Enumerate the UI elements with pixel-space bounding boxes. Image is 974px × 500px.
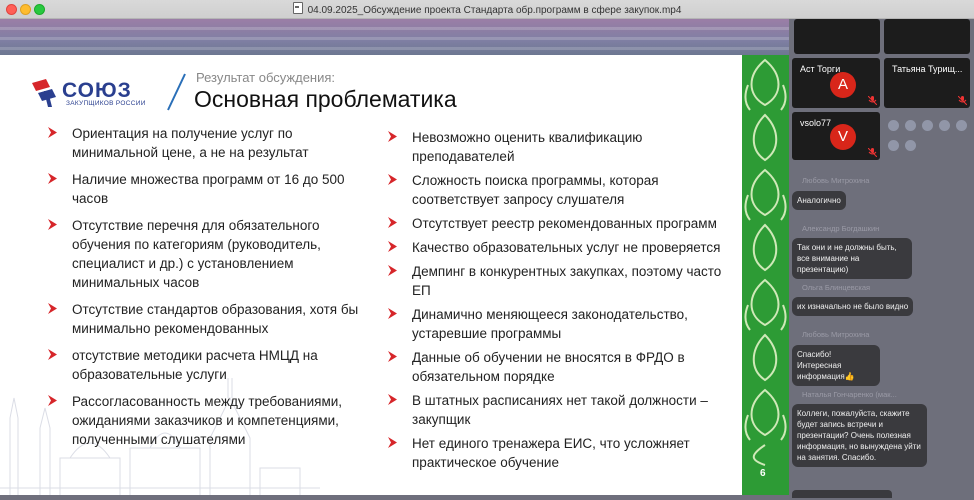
chat-sender-name: Любовь Митрохина bbox=[802, 330, 870, 339]
chat-sender-name: Александр Богдашкин bbox=[802, 224, 880, 233]
participant-tile-tatyana[interactable]: Татьяна Турищ... bbox=[884, 58, 970, 108]
list-item: Рассогласованность между требованиями, о… bbox=[48, 392, 368, 449]
arrow-bullet-icon bbox=[48, 219, 57, 230]
slide-subtitle: Результат обсуждения: bbox=[196, 70, 336, 85]
chat-message: Аналогично bbox=[792, 191, 846, 210]
window-title: 04.09.2025_Обсуждение проекта Стандарта … bbox=[307, 5, 682, 16]
video-top-strip bbox=[0, 19, 790, 55]
logo-subtext: ЗАКУПЩИКОВ РОССИИ bbox=[66, 100, 146, 107]
mic-off-icon bbox=[958, 96, 967, 105]
video-file-icon bbox=[292, 2, 303, 14]
participant-tile-vsolo77[interactable]: vsolo77 V bbox=[792, 112, 880, 160]
list-item: Сложность поиска программы, которая соот… bbox=[388, 171, 738, 209]
mic-off-icon bbox=[868, 148, 877, 157]
arrow-bullet-icon bbox=[388, 308, 397, 319]
ornament-pattern bbox=[744, 58, 787, 466]
chat-sender-name: Наталья Гончаренко (мак... bbox=[802, 390, 897, 399]
chat-message: Коллеги, пожалуйста, скажите будет запис… bbox=[792, 404, 927, 467]
ornament-band bbox=[742, 55, 789, 495]
list-item: Отсутствие стандартов образования, хотя … bbox=[48, 300, 368, 338]
list-item: Наличие множества программ от 16 до 500 … bbox=[48, 170, 368, 208]
list-item: Отсутствует реестр рекомендованных прогр… bbox=[388, 214, 738, 233]
slide-heading: Основная проблематика bbox=[194, 86, 457, 112]
arrow-bullet-icon bbox=[388, 131, 397, 142]
arrow-bullet-icon bbox=[48, 349, 57, 360]
participant-name: Татьяна Турищ... bbox=[892, 64, 963, 74]
arrow-bullet-icon bbox=[48, 173, 57, 184]
problems-list-right: Невозможно оценить квалификацию преподав… bbox=[388, 128, 738, 472]
list-item: Нет единого тренажера ЕИС, что усложняет… bbox=[388, 434, 738, 472]
list-item: отсутствие методики расчета НМЦД на обра… bbox=[48, 346, 368, 384]
list-item: Динамично меняющееся законодательство, у… bbox=[388, 305, 738, 343]
participant-tile-top-right[interactable] bbox=[884, 19, 970, 54]
arrow-bullet-icon bbox=[388, 394, 397, 405]
chat-sender-name: Любовь Митрохина bbox=[802, 176, 870, 185]
arrow-bullet-icon bbox=[388, 241, 397, 252]
window-title-area: 04.09.2025_Обсуждение проекта Стандарта … bbox=[0, 2, 974, 16]
arrow-bullet-icon bbox=[388, 437, 397, 448]
avatar: A bbox=[830, 72, 856, 98]
participant-tile-top-left[interactable] bbox=[794, 19, 880, 54]
participant-name: Аст Торги bbox=[800, 64, 841, 74]
chat-message: их изначально не было видно bbox=[792, 297, 914, 316]
divider-slash bbox=[167, 73, 186, 111]
window-titlebar: 04.09.2025_Обсуждение проекта Стандарта … bbox=[0, 0, 974, 19]
participant-tile-ast-torgi[interactable]: Аст Торги A bbox=[792, 58, 880, 108]
list-item: Данные об обучении не вносятся в ФРДО в … bbox=[388, 348, 738, 386]
list-item: Невозможно оценить квалификацию преподав… bbox=[388, 128, 738, 166]
list-item: Отсутствие перечня для обязательного обу… bbox=[48, 216, 368, 292]
list-item: Демпинг в конкурентных закупках, поэтому… bbox=[388, 262, 738, 300]
problems-list-left: Ориентация на получение услуг по минимал… bbox=[48, 124, 368, 449]
arrow-bullet-icon bbox=[388, 351, 397, 362]
arrow-bullet-icon bbox=[388, 174, 397, 185]
arrow-bullet-icon bbox=[48, 303, 57, 314]
mic-off-icon bbox=[868, 96, 877, 105]
arrow-bullet-icon bbox=[388, 265, 397, 276]
chat-message-partial bbox=[792, 490, 892, 498]
arrow-bullet-icon bbox=[388, 217, 397, 228]
participant-name: vsolo77 bbox=[800, 118, 832, 128]
avatar: V bbox=[830, 124, 856, 150]
chat-message: Спасибо! Интересная информация👍 bbox=[792, 345, 880, 386]
arrow-bullet-icon bbox=[48, 127, 57, 138]
arrow-bullet-icon bbox=[48, 395, 57, 406]
list-item: В штатных расписаниях нет такой должност… bbox=[388, 391, 738, 429]
list-item: Ориентация на получение услуг по минимал… bbox=[48, 124, 368, 162]
slide-page-number: 6 bbox=[760, 468, 766, 479]
list-item: Качество образовательных услуг не провер… bbox=[388, 238, 738, 257]
chat-message: Так они и не должны быть, все внимание н… bbox=[792, 238, 912, 279]
chat-sender-name: Ольга Блинцевская bbox=[802, 283, 871, 292]
